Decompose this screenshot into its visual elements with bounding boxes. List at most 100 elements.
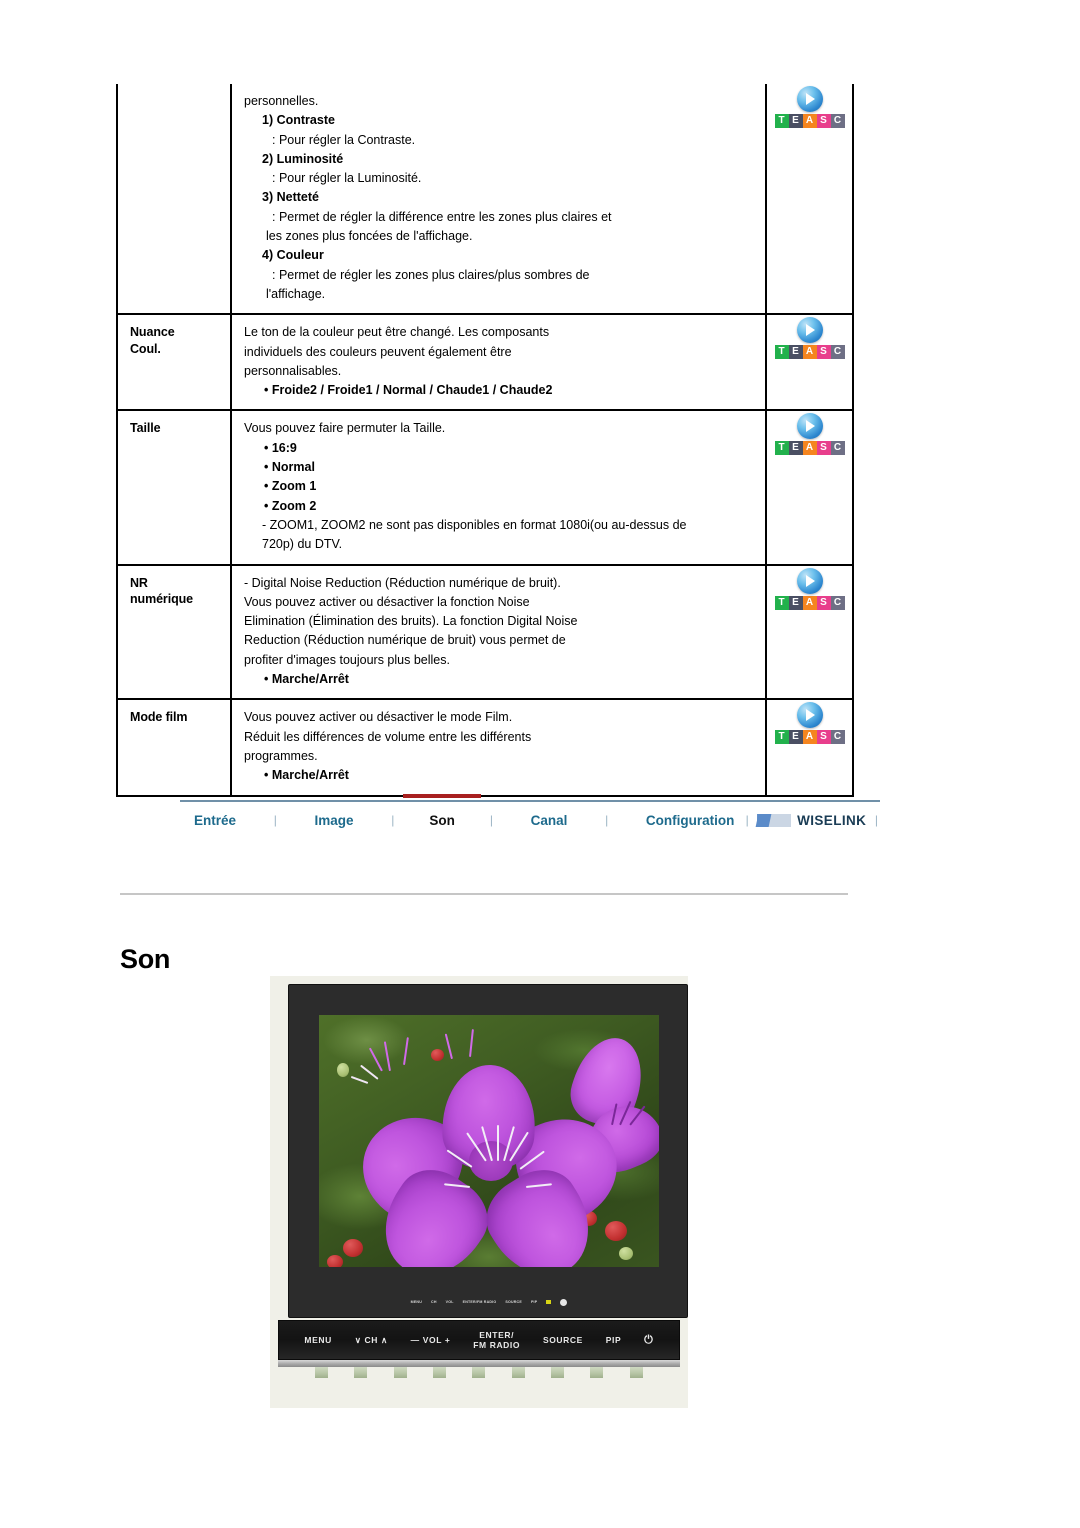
section-navigation-bar: Entrée | Image | Son | Canal | Configura… bbox=[180, 793, 880, 838]
row-label-line: numérique bbox=[130, 592, 193, 607]
button-stem[interactable] bbox=[393, 1367, 407, 1378]
button-stem[interactable] bbox=[590, 1367, 604, 1378]
row-description: Vous pouvez faire permuter la Taille. • … bbox=[232, 411, 765, 563]
minus-icon[interactable]: — bbox=[411, 1335, 420, 1345]
teasc-letter: A bbox=[802, 114, 817, 128]
desc-line: • Marche/Arrêt bbox=[264, 672, 349, 687]
table-row: personnelles. 1) Contraste : Pour régler… bbox=[116, 84, 854, 316]
button-stem[interactable] bbox=[354, 1367, 368, 1378]
row-description-cell: Le ton de la couleur peut être changé. L… bbox=[230, 313, 767, 412]
row-description: Le ton de la couleur peut être changé. L… bbox=[232, 315, 765, 409]
row-label-cell bbox=[116, 84, 232, 316]
button-stem[interactable] bbox=[629, 1367, 643, 1378]
nav-separator: | bbox=[874, 813, 879, 827]
desc-line: individuels des couleurs peuvent égaleme… bbox=[244, 344, 512, 359]
row-label: NR numérique bbox=[118, 566, 230, 617]
teasc-letter: C bbox=[830, 345, 845, 360]
button-stem[interactable] bbox=[551, 1367, 565, 1378]
teasc-letter: A bbox=[802, 595, 817, 610]
volume-label: VOL bbox=[422, 1335, 442, 1345]
enter-label: ENTER/ bbox=[479, 1330, 515, 1340]
desc-line: : Permet de régler les zones plus claire… bbox=[272, 267, 590, 282]
row-label: Mode film bbox=[130, 710, 188, 725]
button-stem[interactable] bbox=[315, 1367, 329, 1378]
teasc-wordmark: T E A S C bbox=[771, 595, 849, 610]
row-description-cell: - Digital Noise Reduction (Réduction num… bbox=[230, 563, 767, 701]
power-icon[interactable]: ⏻ bbox=[644, 1335, 653, 1346]
play-ball-icon bbox=[796, 317, 823, 344]
bezel-label: VOL bbox=[445, 1300, 454, 1304]
teasc-letter: A bbox=[802, 345, 817, 360]
row-label-cell: NR numérique bbox=[116, 563, 232, 701]
row-label bbox=[118, 84, 230, 102]
monitor-base-rail bbox=[278, 1360, 680, 1367]
teasc-letter: E bbox=[788, 730, 803, 745]
nav-separator: | bbox=[745, 813, 749, 827]
teasc-letter: E bbox=[788, 595, 803, 610]
nav-item-configuration[interactable]: Configuration bbox=[646, 813, 734, 828]
teasc-wordmark: T E A S C bbox=[771, 114, 849, 128]
row-description: personnelles. 1) Contraste : Pour régler… bbox=[232, 84, 765, 313]
stamen-icon bbox=[444, 1033, 453, 1060]
row-label-cell: Taille bbox=[116, 409, 232, 566]
desc-line: - ZOOM1, ZOOM2 ne sont pas disponibles e… bbox=[262, 517, 687, 532]
stamen-icon bbox=[368, 1047, 383, 1072]
row-label-line: Coul. bbox=[130, 341, 161, 356]
nav-separator: | bbox=[391, 813, 395, 827]
desc-line: profiter d'images toujours plus belles. bbox=[244, 652, 450, 667]
flower-photo bbox=[319, 1015, 659, 1267]
chevron-up-icon[interactable]: ∧ bbox=[381, 1335, 388, 1345]
desc-line: 4) Couleur bbox=[262, 248, 324, 263]
desc-line: Elimination (Élimination des bruits). La… bbox=[244, 614, 578, 629]
nav-item-entree[interactable]: Entrée bbox=[194, 813, 236, 828]
channel-control[interactable]: ∨ CH ∧ bbox=[355, 1335, 388, 1345]
teasc-letter: A bbox=[802, 730, 817, 745]
fmradio-label: FM RADIO bbox=[473, 1340, 521, 1350]
monitor-button-stems bbox=[278, 1367, 680, 1379]
nav-item-son[interactable]: Son bbox=[403, 793, 480, 828]
stamen-icon bbox=[383, 1041, 391, 1072]
teasc-letter: C bbox=[830, 595, 845, 610]
desc-line: : Pour régler la Luminosité. bbox=[272, 171, 422, 186]
teasc-letter: T bbox=[774, 441, 789, 456]
teasc-letter: S bbox=[816, 595, 831, 610]
nav-item-wiselink[interactable]: WISELINK bbox=[797, 813, 866, 828]
teasc-icon: T E A S C bbox=[771, 700, 849, 745]
source-button[interactable]: SOURCE bbox=[543, 1335, 583, 1345]
row-icon-cell: T E A S C bbox=[765, 698, 854, 797]
enter-fmradio-button[interactable]: ENTER/ FM RADIO bbox=[473, 1330, 520, 1350]
row-description-cell: personnelles. 1) Contraste : Pour régler… bbox=[230, 84, 767, 316]
desc-line: • Zoom 1 bbox=[264, 479, 317, 494]
desc-line: • Normal bbox=[264, 460, 315, 475]
nav-item-image[interactable]: Image bbox=[315, 813, 354, 828]
button-stem[interactable] bbox=[433, 1367, 447, 1378]
teasc-letter: C bbox=[830, 114, 845, 128]
volume-control[interactable]: — VOL + bbox=[411, 1335, 451, 1345]
row-description: - Digital Noise Reduction (Réduction num… bbox=[232, 566, 765, 699]
play-ball-icon bbox=[796, 702, 823, 729]
desc-line: Réduit les différences de volume entre l… bbox=[244, 729, 532, 744]
plus-icon[interactable]: + bbox=[445, 1335, 451, 1345]
chevron-down-icon[interactable]: ∨ bbox=[355, 1335, 362, 1345]
desc-line: Reduction (Réduction numérique de bruit)… bbox=[244, 633, 566, 648]
document-page: personnelles. 1) Contraste : Pour régler… bbox=[0, 0, 1080, 1528]
bezel-label: CH bbox=[431, 1300, 437, 1304]
button-stem[interactable] bbox=[511, 1367, 525, 1378]
bud-icon bbox=[605, 1221, 627, 1241]
nav-separator: | bbox=[605, 813, 609, 827]
table-row: NR numérique - Digital Noise Reduction (… bbox=[116, 563, 854, 701]
play-ball-icon bbox=[796, 86, 823, 112]
teasc-letter: C bbox=[830, 441, 845, 456]
desc-line: les zones plus foncées de l'affichage. bbox=[266, 229, 473, 244]
nav-item-canal[interactable]: Canal bbox=[531, 813, 568, 828]
teasc-letter: T bbox=[774, 345, 789, 360]
stamen-icon bbox=[350, 1075, 369, 1084]
teasc-letter: T bbox=[774, 114, 789, 128]
pip-button[interactable]: PIP bbox=[606, 1335, 622, 1345]
desc-line: 1) Contraste bbox=[262, 113, 335, 128]
power-dot-icon bbox=[560, 1298, 568, 1306]
section-divider bbox=[120, 893, 848, 895]
button-stem[interactable] bbox=[472, 1367, 486, 1378]
menu-button[interactable]: MENU bbox=[304, 1335, 331, 1345]
teasc-letter: E bbox=[788, 345, 803, 360]
